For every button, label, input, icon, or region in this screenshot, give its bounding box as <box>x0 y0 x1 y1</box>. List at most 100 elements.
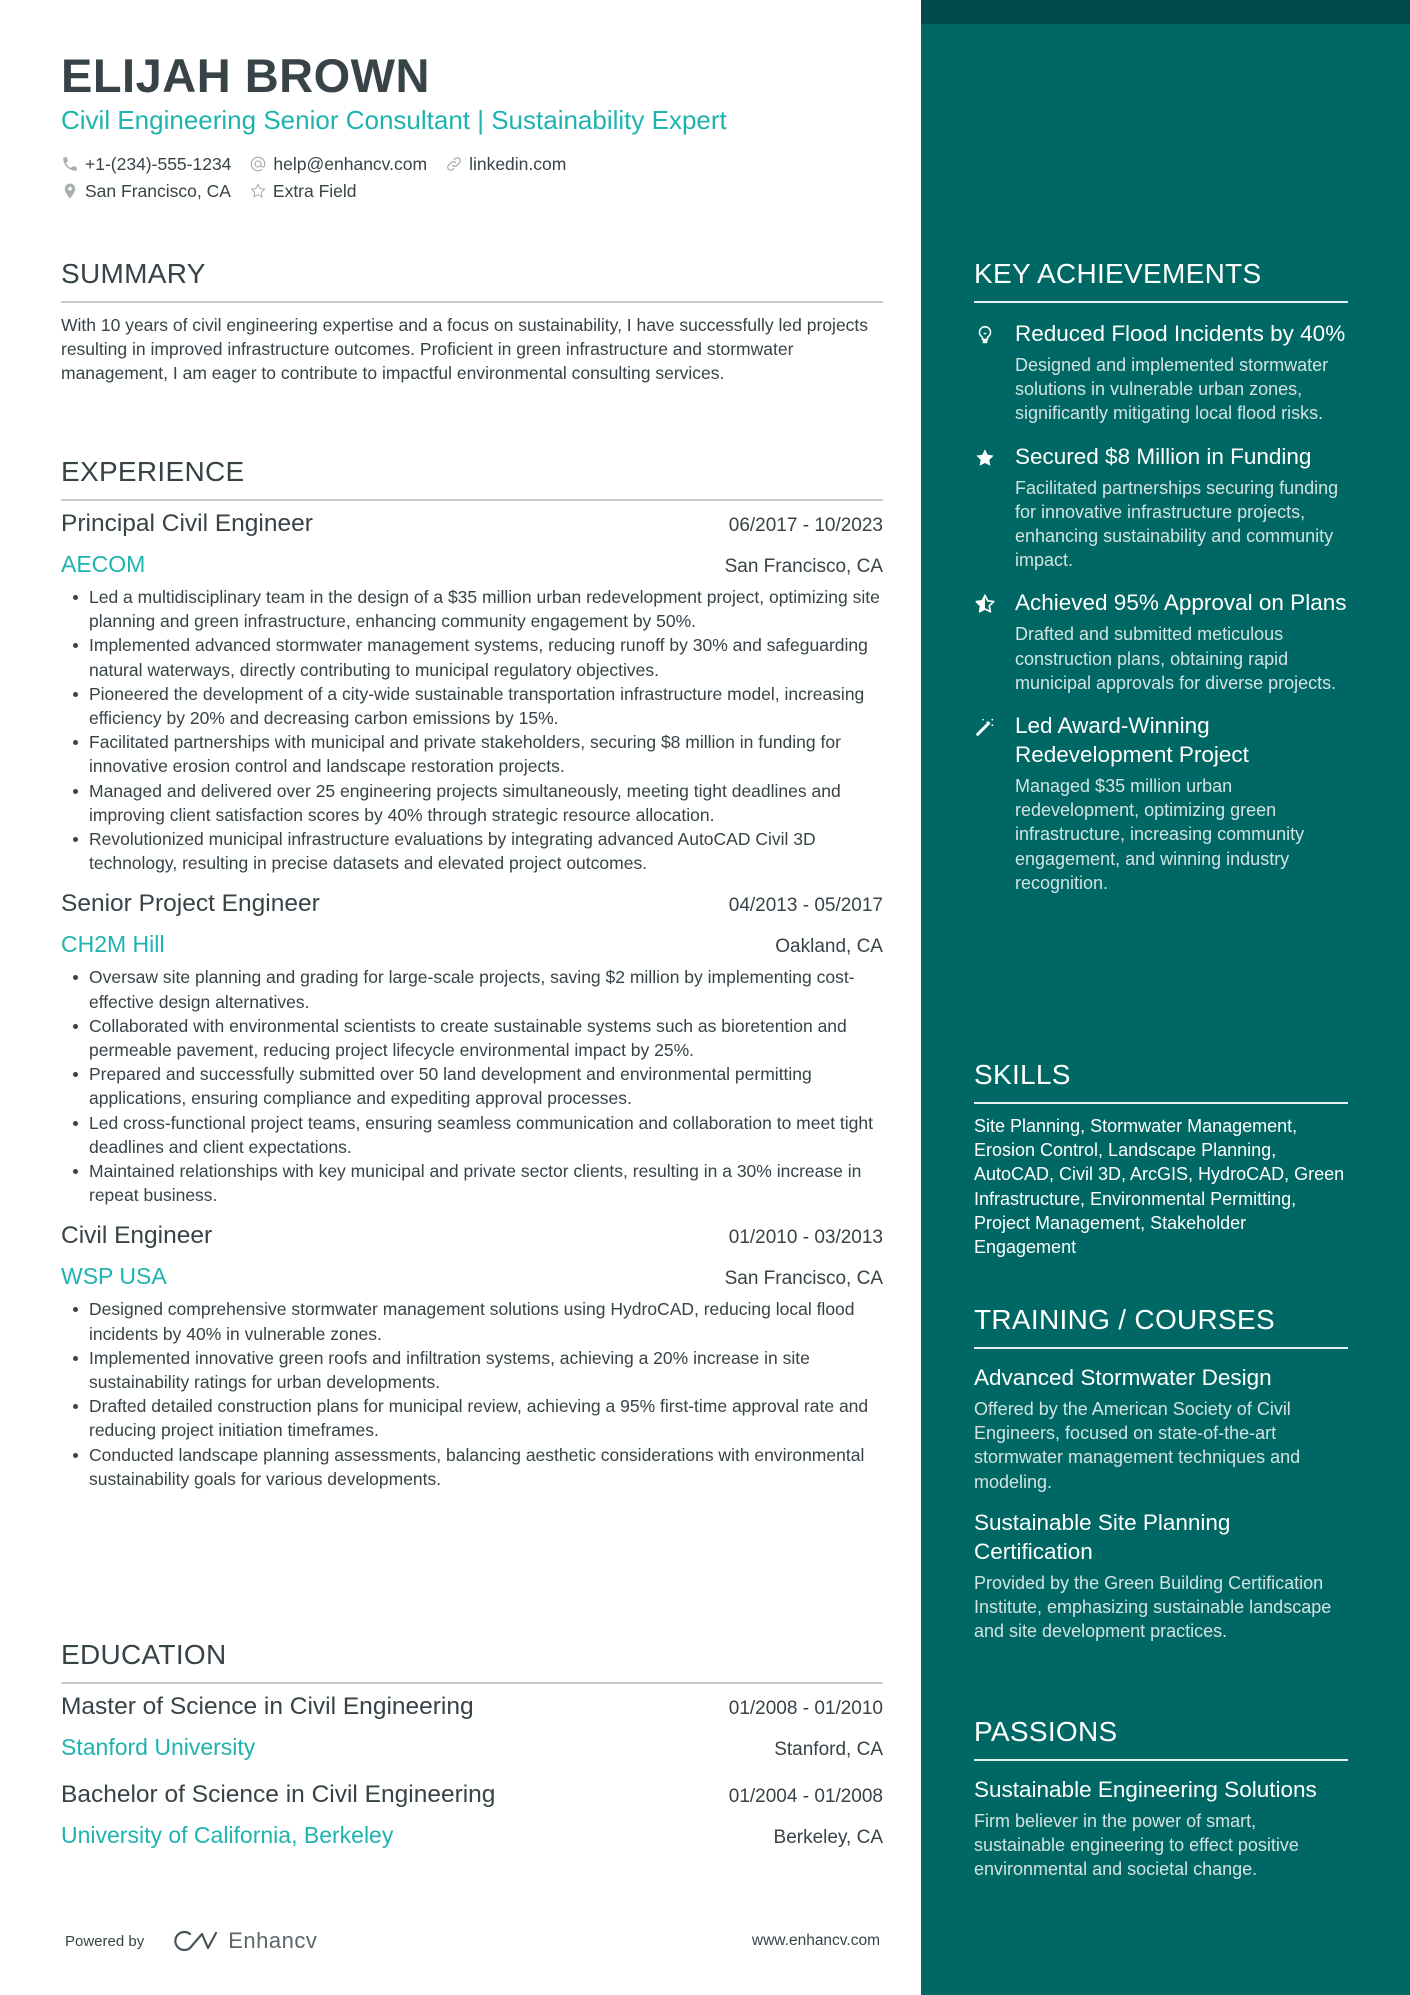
contact-extra: Extra Field <box>249 179 357 203</box>
bullet-item: Pioneered the development of a city-wide… <box>61 682 883 730</box>
location-text: San Francisco, CA <box>85 181 231 201</box>
section-title: SUMMARY <box>61 258 206 289</box>
star-icon <box>976 448 994 466</box>
section-divider <box>974 1102 1348 1104</box>
phone-text: +1-(234)-555-1234 <box>85 154 232 174</box>
achievement-item: Achieved 95% Approval on Plans Drafted a… <box>974 588 1348 695</box>
bullet-item: Implemented innovative green roofs and i… <box>61 1346 883 1394</box>
bullet-item: Facilitated partnerships with municipal … <box>61 730 883 778</box>
website-link[interactable]: www.enhancv.com <box>752 1932 880 1950</box>
job-bullets: Led a multidisciplinary team in the desi… <box>61 585 883 875</box>
section-divider <box>974 1347 1348 1349</box>
section-divider <box>974 301 1348 303</box>
section-title: TRAINING / COURSES <box>974 1304 1275 1335</box>
star-outline-icon <box>250 183 266 198</box>
section-divider <box>974 1759 1348 1761</box>
job-dates: 01/2010 - 03/2013 <box>728 1227 883 1249</box>
star-half-icon <box>975 594 995 614</box>
course-item: Sustainable Site Planning Certification … <box>974 1508 1348 1644</box>
education-entry: Bachelor of Science in Civil Engineering… <box>61 1778 883 1854</box>
job-dates: 06/2017 - 10/2023 <box>728 515 883 536</box>
email-text: help@enhancv.com <box>273 154 428 174</box>
achievement-title: Led Award-Winning Redevelopment Project <box>1015 713 1249 768</box>
job-location: Oakland, CA <box>775 936 883 958</box>
course-title: Advanced Stormwater Design <box>974 1365 1272 1390</box>
section-title: PASSIONS <box>974 1716 1118 1747</box>
achievement-description: Managed $35 million urban redevelopment,… <box>1015 776 1305 893</box>
bullet-item: Collaborated with environmental scientis… <box>61 1014 883 1062</box>
company-name: CH2M Hill <box>61 931 165 958</box>
achievement-description: Designed and implemented stormwater solu… <box>1015 355 1329 424</box>
achievement-title: Reduced Flood Incidents by 40% <box>1015 321 1346 346</box>
education-section: EDUCATION Master of Science in Civil Eng… <box>61 1638 883 1854</box>
brand-name: Enhancv <box>228 1928 318 1953</box>
achievement-item: Led Award-Winning Redevelopment Project … <box>974 711 1348 895</box>
passions-section: PASSIONS Sustainable Engineering Solutio… <box>974 1715 1348 1882</box>
contact-linkedin[interactable]: linkedin.com <box>445 152 566 176</box>
contact-phone[interactable]: +1-(234)-555-1234 <box>61 152 231 176</box>
skills-section: SKILLS Site Planning, Stormwater Managem… <box>974 1058 1348 1259</box>
degree: Master of Science in Civil Engineering <box>61 1693 474 1720</box>
job-bullets: Designed comprehensive stormwater manage… <box>61 1297 883 1491</box>
job-title: Civil Engineer <box>61 1222 213 1250</box>
sidebar-top-band <box>921 0 1410 24</box>
section-divider <box>61 1682 883 1684</box>
footer: Powered by Enhancv www.enhancv.com <box>65 1926 880 1956</box>
experience-section: EXPERIENCE Principal Civil Engineer 06/2… <box>61 455 883 1491</box>
education-location: Berkeley, CA <box>773 1827 883 1848</box>
education-entry: Master of Science in Civil Engineering 0… <box>61 1690 883 1766</box>
bullet-item: Led a multidisciplinary team in the desi… <box>61 585 883 633</box>
job-dates: 04/2013 - 05/2017 <box>728 895 883 917</box>
education-dates: 01/2004 - 01/2008 <box>728 1786 883 1807</box>
job-entry: Principal Civil Engineer 06/2017 - 10/20… <box>61 507 883 875</box>
course-description: Offered by the American Society of Civil… <box>974 1399 1301 1492</box>
job-title: Senior Project Engineer <box>61 890 320 918</box>
candidate-headline: Civil Engineering Senior Consultant | Su… <box>61 105 727 135</box>
link-icon <box>447 157 461 171</box>
passion-title: Sustainable Engineering Solutions <box>974 1777 1317 1802</box>
bullet-item: Led cross-functional project teams, ensu… <box>61 1111 883 1159</box>
school-name: University of California, Berkeley <box>61 1822 394 1848</box>
achievement-title: Secured $8 Million in Funding <box>1015 443 1312 469</box>
enhancv-logo[interactable]: Enhancv <box>172 1928 317 1954</box>
passion-description: Firm believer in the power of smart, sus… <box>974 1811 1299 1880</box>
school-name: Stanford University <box>61 1734 256 1760</box>
job-entry: Civil Engineer 01/2010 - 03/2013 WSP USA… <box>61 1219 883 1491</box>
course-title: Sustainable Site Planning Certification <box>974 1509 1231 1564</box>
section-title: EDUCATION <box>61 1639 227 1670</box>
powered-by-label: Powered by <box>65 1932 145 1950</box>
at-icon <box>251 156 266 172</box>
education-location: Stanford, CA <box>774 1739 883 1760</box>
bullet-item: Prepared and successfully submitted over… <box>61 1062 883 1110</box>
passion-item: Sustainable Engineering Solutions Firm b… <box>974 1775 1348 1882</box>
contact-email[interactable]: help@enhancv.com <box>249 152 427 176</box>
bullet-item: Conducted landscape planning assessments… <box>61 1443 883 1491</box>
section-divider <box>61 499 883 501</box>
contact-row: San Francisco, CA Extra Field <box>61 179 357 203</box>
linkedin-text: linkedin.com <box>469 154 567 174</box>
section-title: SKILLS <box>974 1059 1071 1090</box>
job-bullets: Oversaw site planning and grading for la… <box>61 965 883 1207</box>
bullet-item: Maintained relationships with key munici… <box>61 1159 883 1207</box>
bullet-item: Implemented advanced stormwater manageme… <box>61 633 883 681</box>
education-dates: 01/2008 - 01/2010 <box>728 1698 883 1719</box>
location-pin-icon <box>64 183 76 199</box>
summary-section: SUMMARY With 10 years of civil engineeri… <box>61 257 883 386</box>
job-location: San Francisco, CA <box>724 1268 883 1290</box>
skills-list: Site Planning, Stormwater Management, Er… <box>974 1116 1345 1258</box>
bullet-item: Oversaw site planning and grading for la… <box>61 965 883 1013</box>
degree: Bachelor of Science in Civil Engineering <box>61 1781 496 1808</box>
contact-location: San Francisco, CA <box>61 179 231 203</box>
section-divider <box>61 301 883 303</box>
bullet-item: Designed comprehensive stormwater manage… <box>61 1297 883 1345</box>
achievements-section: KEY ACHIEVEMENTS Reduced Flood Incidents… <box>974 257 1348 895</box>
candidate-name: ELIJAH BROWN <box>61 49 430 102</box>
achievement-description: Facilitated partnerships securing fundin… <box>1015 477 1339 571</box>
job-location: San Francisco, CA <box>724 556 883 577</box>
job-title: Principal Civil Engineer <box>61 510 313 537</box>
company-name: AECOM <box>61 551 146 577</box>
contact-row: +1-(234)-555-1234 help@enhancv.com linke… <box>61 152 566 176</box>
bullet-item: Revolutionized municipal infrastructure … <box>61 827 883 875</box>
sidebar: KEY ACHIEVEMENTS Reduced Flood Incidents… <box>921 0 1410 1995</box>
magic-wand-icon <box>976 718 994 736</box>
